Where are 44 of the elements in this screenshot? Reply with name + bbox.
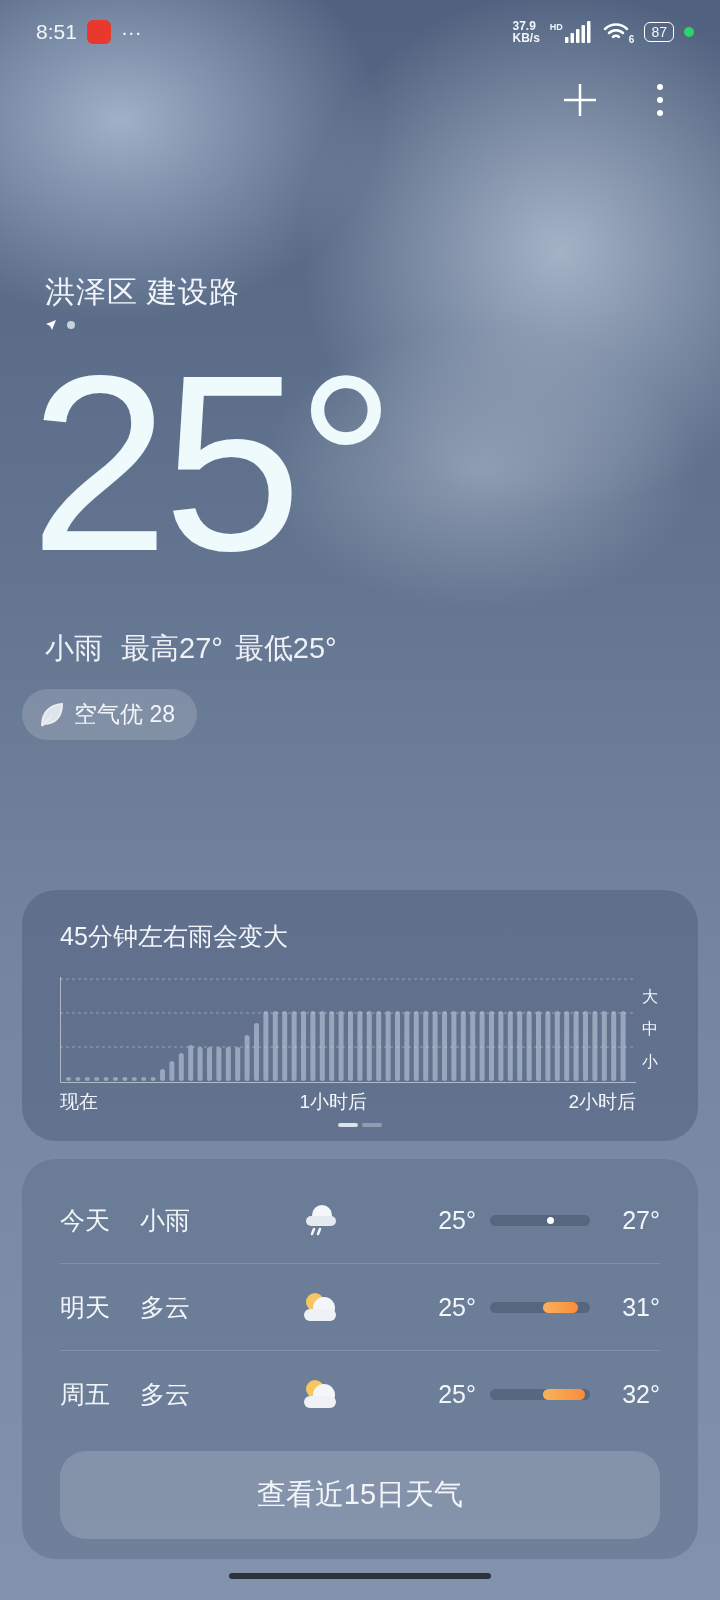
- page-indicator: [338, 1123, 358, 1127]
- forecast-low: 25°: [437, 1292, 476, 1322]
- more-notifications: ···: [120, 20, 142, 44]
- intensity-label: 大: [642, 986, 658, 1007]
- forecast-high: 31°: [621, 1292, 660, 1322]
- high-temperature: 最高27°: [121, 631, 223, 666]
- forecast-condition: 多云: [140, 1291, 191, 1323]
- time-label: 1小时后: [299, 1090, 367, 1114]
- location-arrow-icon: [45, 319, 57, 331]
- add-icon[interactable]: [562, 82, 598, 118]
- page-indicator: [362, 1123, 382, 1127]
- current-temperature: 25°: [30, 349, 391, 579]
- weather-condition: 小雨: [45, 631, 103, 666]
- app-notification-icon: [86, 20, 111, 44]
- page-dot-icon: [67, 321, 75, 329]
- forecast-condition: 多云: [140, 1378, 191, 1410]
- fifteen-day-forecast-button[interactable]: 查看近15日天气: [60, 1451, 660, 1539]
- battery-level: 87: [644, 22, 674, 42]
- location-name: 洪泽区 建设路: [45, 274, 242, 310]
- forecast-day: 周五: [60, 1377, 140, 1411]
- precipitation-title: 45分钟左右雨会变大: [60, 921, 288, 952]
- forecast-low: 25°: [437, 1379, 476, 1409]
- signal-icon: [564, 21, 593, 43]
- forecast-day: 明天: [60, 1290, 140, 1324]
- time-label: 现在: [60, 1090, 98, 1114]
- more-menu-icon[interactable]: [656, 82, 664, 118]
- intensity-label: 中: [642, 1019, 658, 1040]
- clock-time: 8:51: [36, 20, 77, 44]
- forecast-high: 32°: [621, 1379, 660, 1409]
- network-speed: 37.9 KB/s: [512, 20, 540, 44]
- leaf-icon: [38, 701, 64, 728]
- air-quality-text: 空气优 28: [74, 700, 175, 729]
- forecast-high: 27°: [621, 1205, 660, 1235]
- time-label: 2小时后: [568, 1090, 636, 1114]
- air-quality-badge[interactable]: 空气优 28: [22, 689, 197, 740]
- intensity-label: 小: [642, 1052, 658, 1073]
- wifi-band-label: 6: [628, 33, 635, 45]
- forecast-day: 今天: [60, 1203, 140, 1237]
- forecast-condition: 小雨: [140, 1204, 191, 1236]
- precipitation-card[interactable]: 45分钟左右雨会变大 大 中 小 现在 1小时后 2小时后: [22, 890, 698, 1141]
- low-temperature: 最低25°: [234, 631, 337, 666]
- hd-label: HD: [549, 22, 563, 32]
- forecast-low: 25°: [437, 1205, 476, 1235]
- privacy-dot-icon: [684, 27, 694, 37]
